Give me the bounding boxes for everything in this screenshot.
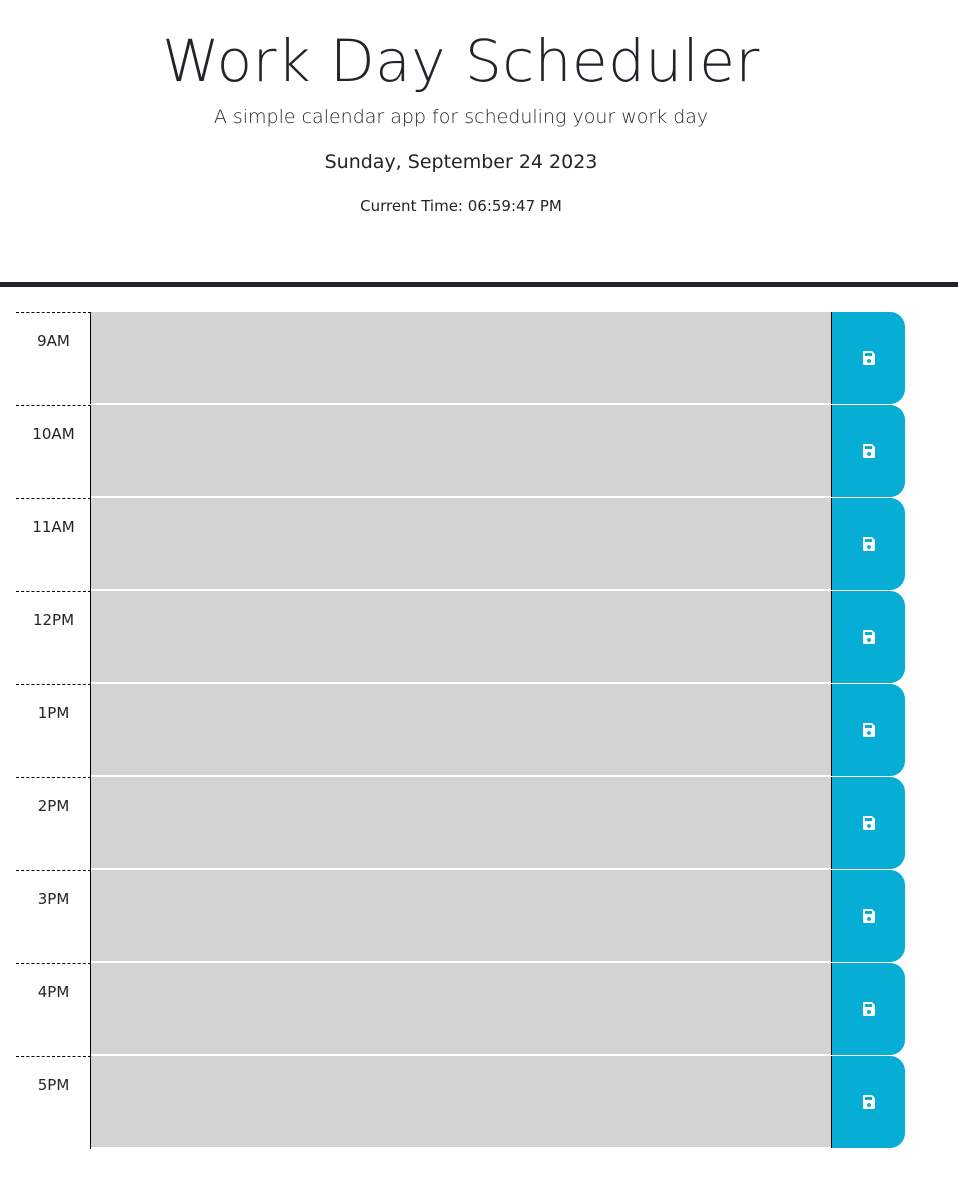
time-block: 5PM xyxy=(16,1056,905,1149)
save-button[interactable] xyxy=(831,591,905,683)
floppy-disk-icon xyxy=(862,723,875,737)
hour-cell: 10AM xyxy=(16,405,91,498)
time-block-list: 9AM 10AM 11AM 12PM 1PM 2PM 3PM 4PM 5PM xyxy=(16,312,905,1149)
hour-label: 2PM xyxy=(37,797,70,815)
time-block: 1PM xyxy=(16,684,905,777)
save-button[interactable] xyxy=(831,1056,905,1148)
floppy-disk-icon xyxy=(862,909,875,923)
save-button[interactable] xyxy=(831,498,905,590)
hour-label: 11AM xyxy=(32,518,75,536)
page-subtitle: A simple calendar app for scheduling you… xyxy=(213,106,709,128)
hour-label: 4PM xyxy=(37,983,70,1001)
task-input[interactable] xyxy=(91,405,831,497)
hour-label: 10AM xyxy=(32,425,75,443)
save-button[interactable] xyxy=(831,870,905,962)
hour-cell: 11AM xyxy=(16,498,91,591)
floppy-disk-icon xyxy=(862,1002,875,1016)
save-button[interactable] xyxy=(831,777,905,869)
time-block: 10AM xyxy=(16,405,905,498)
floppy-disk-icon xyxy=(862,351,875,365)
hour-label: 12PM xyxy=(32,611,75,629)
current-time: Current Time: 06:59:47 PM xyxy=(360,197,562,215)
save-button[interactable] xyxy=(831,312,905,404)
floppy-disk-icon xyxy=(862,816,875,830)
hour-cell: 3PM xyxy=(16,870,91,963)
save-button[interactable] xyxy=(831,963,905,1055)
task-input[interactable] xyxy=(91,684,831,776)
floppy-disk-icon xyxy=(862,1095,875,1109)
page-title: Work Day Scheduler xyxy=(162,27,760,95)
task-input[interactable] xyxy=(91,870,831,962)
save-button[interactable] xyxy=(831,405,905,497)
floppy-disk-icon xyxy=(862,630,875,644)
hour-label: 9AM xyxy=(37,332,70,350)
time-block: 9AM xyxy=(16,312,905,405)
time-block: 11AM xyxy=(16,498,905,591)
task-input[interactable] xyxy=(91,1056,831,1148)
floppy-disk-icon xyxy=(862,444,875,458)
hour-cell: 9AM xyxy=(16,312,91,404)
task-input[interactable] xyxy=(91,963,831,1055)
hour-label: 5PM xyxy=(37,1076,70,1094)
page-header: Work Day Scheduler A simple calendar app… xyxy=(0,0,958,282)
hour-label: 1PM xyxy=(37,704,70,722)
floppy-disk-icon xyxy=(862,537,875,551)
hour-cell: 12PM xyxy=(16,591,91,684)
task-input[interactable] xyxy=(91,777,831,869)
time-block: 2PM xyxy=(16,777,905,870)
time-block: 3PM xyxy=(16,870,905,963)
task-input[interactable] xyxy=(91,312,831,404)
current-date: Sunday, September 24 2023 xyxy=(324,151,598,173)
hour-cell: 5PM xyxy=(16,1056,91,1149)
task-input[interactable] xyxy=(91,591,831,683)
task-input[interactable] xyxy=(91,498,831,590)
hour-label: 3PM xyxy=(37,890,70,908)
hour-cell: 2PM xyxy=(16,777,91,870)
hour-cell: 4PM xyxy=(16,963,91,1056)
hour-cell: 1PM xyxy=(16,684,91,777)
header-divider xyxy=(0,282,958,287)
time-block: 12PM xyxy=(16,591,905,684)
save-button[interactable] xyxy=(831,684,905,776)
time-block: 4PM xyxy=(16,963,905,1056)
